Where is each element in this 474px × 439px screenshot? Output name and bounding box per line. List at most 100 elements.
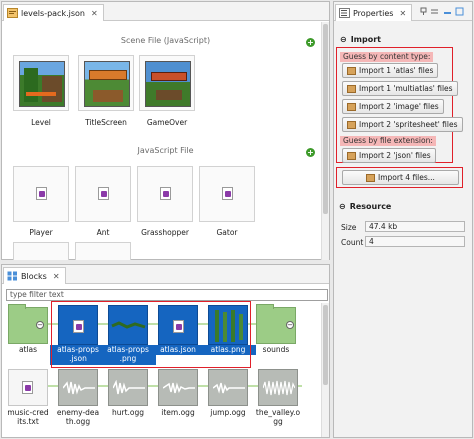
collapse-icon: ⊖	[339, 202, 346, 211]
button-label: Import 2 'spritesheet' files	[359, 120, 458, 129]
js-label: Gator	[216, 228, 238, 237]
tab-blocks[interactable]: Blocks ✕	[3, 267, 66, 284]
import-atlas-button[interactable]: Import 1 'atlas' files	[342, 63, 439, 78]
button-label: Import 2 'json' files	[359, 151, 431, 160]
size-value: 47.4 kb	[365, 221, 465, 232]
collapse-icon: ⊖	[340, 35, 347, 44]
pack-editor-panel: levels-pack.json ✕ Scene File (JavaScrip…	[1, 1, 330, 260]
scene-section-title: Scene File (JavaScript)	[120, 36, 211, 45]
size-label: Size	[341, 223, 357, 232]
package-icon	[347, 102, 356, 111]
titlescreen-preview	[84, 61, 130, 107]
scene-label: GameOver	[146, 118, 188, 127]
block-label: enemy-dea th.ogg	[56, 408, 100, 426]
add-js-icon[interactable]: +	[306, 148, 315, 157]
block-jump-ogg[interactable]	[208, 369, 248, 406]
close-icon[interactable]: ✕	[91, 9, 98, 18]
selection-highlight	[51, 301, 251, 368]
block-item-ogg[interactable]	[158, 369, 198, 406]
block-label: hurt.ogg	[111, 408, 145, 417]
block-label: music-cred its.txt	[7, 408, 49, 426]
js-thumb-grasshopper[interactable]	[137, 166, 193, 222]
tab-label: Properties	[353, 8, 394, 18]
maximize-icon[interactable]	[455, 7, 464, 16]
block-enemy-death-ogg[interactable]	[58, 369, 98, 406]
block-the-valley-ogg[interactable]	[258, 369, 298, 406]
js-thumb-partial[interactable]	[13, 242, 69, 260]
minimize-icon[interactable]	[443, 7, 452, 16]
resource-section-header[interactable]: ⊖ Resource	[339, 202, 391, 211]
block-label: jump.ogg	[210, 408, 246, 417]
guess-by-type-label: Guess by content type:	[340, 52, 434, 62]
waveform-icon	[163, 382, 195, 394]
js-file-icon	[98, 187, 109, 200]
js-label: Player	[29, 228, 53, 237]
collapse-toggle[interactable]: −	[36, 321, 44, 329]
block-hurt-ogg[interactable]	[108, 369, 148, 406]
waveform-icon	[213, 382, 245, 394]
text-file-icon	[22, 381, 33, 394]
close-icon[interactable]: ✕	[399, 9, 406, 18]
gameover-preview	[145, 61, 191, 107]
button-label: Import 4 files...	[378, 173, 435, 182]
editor-scrollbar[interactable]	[321, 22, 329, 260]
blocks-panel: Blocks ✕ type filter text − atlas atlas-…	[1, 264, 330, 438]
import-image-button[interactable]: Import 2 'image' files	[342, 99, 444, 114]
block-label: sounds	[262, 345, 290, 354]
js-file-icon	[36, 187, 47, 200]
blocks-scrollbar[interactable]	[321, 303, 329, 437]
pin-icon[interactable]	[419, 7, 428, 16]
waveform-icon	[113, 380, 145, 395]
import-title: Import	[350, 35, 382, 44]
scrollbar-thumb[interactable]	[323, 305, 328, 385]
js-file-icon	[222, 187, 233, 200]
resource-title: Resource	[349, 202, 392, 211]
close-icon[interactable]: ✕	[53, 272, 60, 281]
add-scene-icon[interactable]: +	[306, 38, 315, 47]
scene-thumb-titlescreen[interactable]	[78, 55, 134, 111]
filter-input[interactable]: type filter text	[6, 289, 328, 301]
import-all-button[interactable]: Import 4 files...	[342, 170, 459, 185]
tab-properties[interactable]: Properties ✕	[335, 4, 413, 21]
tab-label: Blocks	[21, 271, 47, 281]
js-thumb-ant[interactable]	[75, 166, 131, 222]
block-label: item.ogg	[161, 408, 195, 417]
js-label: Ant	[96, 228, 110, 237]
js-thumb-partial[interactable]	[75, 242, 131, 260]
editor-tabbar: levels-pack.json ✕	[2, 2, 329, 21]
package-icon	[347, 84, 356, 93]
level-preview	[19, 61, 65, 107]
js-thumb-gator[interactable]	[199, 166, 255, 222]
block-label: the_valley.o gg	[255, 408, 301, 426]
package-icon	[347, 151, 356, 160]
import-json-button[interactable]: Import 2 'json' files	[342, 148, 436, 163]
tab-levels-pack[interactable]: levels-pack.json ✕	[3, 4, 104, 21]
count-value: 4	[365, 236, 465, 247]
scene-label: Level	[31, 118, 51, 127]
import-spritesheet-button[interactable]: Import 2 'spritesheet' files	[342, 117, 463, 132]
block-music-credits[interactable]	[8, 369, 48, 406]
blocks-tabbar: Blocks ✕	[2, 265, 329, 284]
package-icon	[347, 66, 356, 75]
blocks-icon	[7, 271, 18, 281]
collapse-toggle[interactable]: −	[286, 321, 294, 329]
count-label: Count	[341, 238, 364, 247]
js-file-icon	[160, 187, 171, 200]
import-multiatlas-button[interactable]: Import 1 'multiatlas' files	[342, 81, 458, 96]
button-label: Import 1 'multiatlas' files	[359, 84, 453, 93]
waveform-icon	[263, 380, 295, 396]
scene-label: TitleScreen	[85, 118, 127, 127]
properties-icon	[339, 8, 350, 18]
js-label: Grasshopper	[141, 228, 189, 237]
button-label: Import 1 'atlas' files	[359, 66, 434, 75]
scene-thumb-level[interactable]	[13, 55, 69, 111]
scrollbar-thumb[interactable]	[323, 24, 328, 214]
package-icon	[347, 120, 356, 129]
import-section-header[interactable]: ⊖ Import	[340, 35, 381, 44]
view-menu-icon[interactable]	[430, 7, 439, 16]
guess-by-ext-label: Guess by file extension:	[340, 136, 436, 146]
js-thumb-player[interactable]	[13, 166, 69, 222]
scene-thumb-gameover[interactable]	[139, 55, 195, 111]
block-label: atlas	[18, 345, 38, 354]
js-section-title: JavaScript File	[137, 146, 194, 155]
